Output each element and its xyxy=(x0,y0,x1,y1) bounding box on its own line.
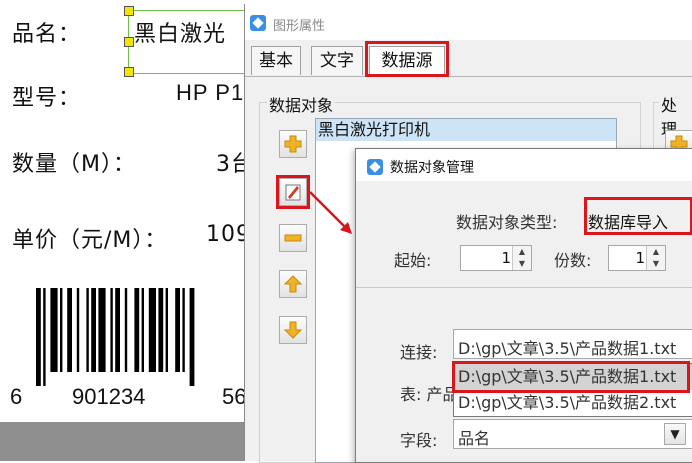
object-type-label: 数据对象类型: xyxy=(456,213,558,232)
quantity-label: 数量（M）： xyxy=(12,152,136,177)
price-label: 单价（元/M）： xyxy=(12,228,168,253)
copies-value: 1 xyxy=(635,249,645,267)
tab-highlight-frame xyxy=(365,41,449,77)
connection-field[interactable]: D:\gp\文章\3.5\产品数据1.txt xyxy=(453,329,692,359)
stepper-down-icon[interactable]: ▼ xyxy=(513,258,531,270)
field-select[interactable]: 品名 ▼ xyxy=(453,419,692,449)
object-type-highlight-frame xyxy=(584,197,692,235)
properties-window-title: 图形属性 xyxy=(273,19,326,34)
table-label: 表: 产品 xyxy=(400,385,459,404)
arrow-up-icon xyxy=(283,275,303,293)
barcode-bar xyxy=(148,288,156,372)
list-item[interactable]: 黑白激光打印机 xyxy=(316,119,616,141)
barcode-bar xyxy=(124,288,128,372)
dialog-titlebar[interactable]: 数据对象管理 xyxy=(356,149,692,181)
barcode-bar xyxy=(141,288,144,372)
remove-data-object-button[interactable] xyxy=(279,224,307,252)
move-down-button[interactable] xyxy=(279,316,307,344)
barcode-digits-middle: 901234 xyxy=(72,384,146,409)
barcode-bar xyxy=(115,288,120,372)
data-object-dialog: 数据对象管理 数据对象类型: 数据库导入 起始: 1 ▲ ▼ 份数: 1 ▲ ▼… xyxy=(355,148,692,463)
barcode-bar xyxy=(98,288,106,372)
chevron-down-icon[interactable]: ▼ xyxy=(664,423,686,445)
tab-text[interactable]: 文字 xyxy=(311,46,363,75)
barcode-bar xyxy=(76,288,80,372)
edit-button-highlight-frame xyxy=(276,175,310,209)
barcode-bar xyxy=(91,288,96,372)
model-value[interactable]: HP P1 xyxy=(176,80,244,106)
stepper-up-icon[interactable]: ▲ xyxy=(647,246,665,258)
barcode-bar xyxy=(175,288,180,372)
arrow-down-icon xyxy=(283,321,303,339)
properties-window-titlebar[interactable]: 图形属性 xyxy=(245,4,692,40)
barcode-bar xyxy=(36,288,41,386)
app-icon xyxy=(249,14,267,36)
connection-label: 连接: xyxy=(400,343,438,362)
barcode-bar xyxy=(50,288,58,372)
model-label: 型号： xyxy=(12,86,82,111)
field-value: 品名 xyxy=(458,429,491,448)
resize-handle-middle-left[interactable] xyxy=(124,37,134,47)
barcode-bar xyxy=(182,288,185,372)
resize-handle-bottom-left[interactable] xyxy=(124,67,134,77)
barcode-bar xyxy=(158,288,164,372)
add-data-object-button[interactable] xyxy=(279,130,307,158)
barcode-bar xyxy=(86,288,89,372)
dialog-title: 数据对象管理 xyxy=(390,160,474,176)
product-name-label: 品名： xyxy=(12,22,82,47)
plus-icon xyxy=(284,135,302,153)
field-label: 字段: xyxy=(400,431,438,450)
tab-basic[interactable]: 基本 xyxy=(251,46,301,75)
move-up-button[interactable] xyxy=(279,270,307,298)
barcode-bar xyxy=(189,288,195,386)
barcode-bar xyxy=(43,288,46,386)
stepper-up-icon[interactable]: ▲ xyxy=(513,246,531,258)
copies-stepper-arrows[interactable]: ▲ ▼ xyxy=(646,246,665,270)
barcode-bar xyxy=(110,288,113,372)
tab-bar: 基本 文字 数据源 xyxy=(245,40,692,77)
section-divider xyxy=(356,287,692,288)
selection-box[interactable] xyxy=(128,10,256,74)
barcode-bar xyxy=(165,288,168,372)
canvas-bottom-area xyxy=(0,422,250,461)
dropdown-option-2[interactable]: D:\gp\文章\3.5\产品数据2.txt xyxy=(454,390,692,416)
start-value: 1 xyxy=(501,249,511,267)
start-stepper[interactable]: 1 ▲ ▼ xyxy=(460,245,532,271)
copies-label: 份数: xyxy=(554,251,592,270)
barcode-bar xyxy=(67,288,72,372)
barcode-graphic[interactable] xyxy=(36,288,248,386)
app-icon xyxy=(366,158,384,180)
connection-value: D:\gp\文章\3.5\产品数据1.txt xyxy=(458,339,677,358)
red-arrow-icon xyxy=(309,191,352,234)
barcode-digit-left: 6 xyxy=(10,384,23,409)
resize-handle-top-left[interactable] xyxy=(124,6,134,16)
stepper-down-icon[interactable]: ▼ xyxy=(647,258,665,270)
dropdown-highlight-frame xyxy=(452,361,690,393)
barcode-bar xyxy=(60,288,63,372)
barcode-digits-right: 56 xyxy=(222,384,247,409)
barcode-bar xyxy=(134,288,140,372)
start-label: 起始: xyxy=(394,251,432,270)
minus-icon xyxy=(284,234,302,242)
data-object-group-label: 数据对象 xyxy=(267,92,336,116)
copies-stepper[interactable]: 1 ▲ ▼ xyxy=(608,245,666,271)
start-stepper-arrows[interactable]: ▲ ▼ xyxy=(512,246,531,270)
